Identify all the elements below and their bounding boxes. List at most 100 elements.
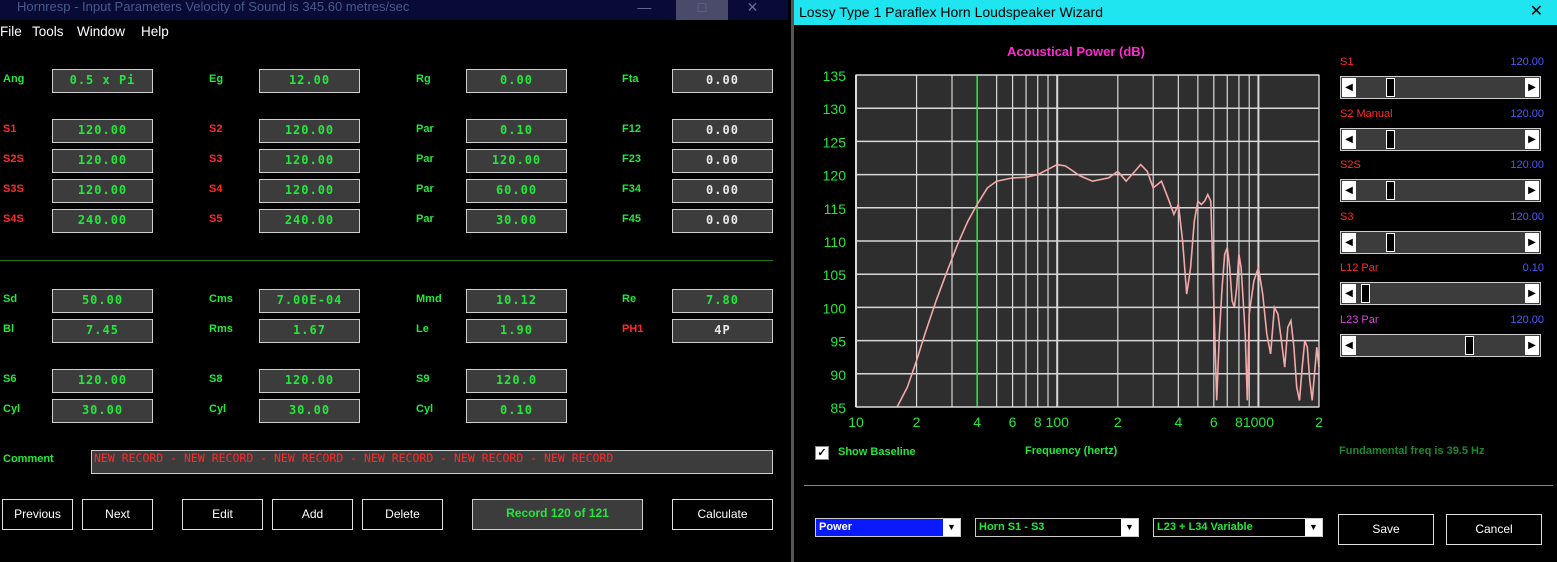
menu-help[interactable]: Help — [141, 20, 169, 44]
param-field-s5[interactable]: 240.00 — [259, 209, 360, 233]
arrow-left-icon[interactable]: ◀ — [1342, 129, 1356, 149]
y-tick-label: 100 — [823, 300, 847, 316]
param-field-cyl[interactable]: 0.10 — [466, 399, 567, 423]
slider-label: S3 — [1340, 210, 1354, 223]
chevron-down-icon: ▼ — [1121, 519, 1138, 536]
param-field-bl[interactable]: 7.45 — [52, 319, 153, 343]
slider-value: 120.00 — [1510, 107, 1544, 120]
param-field-s9[interactable]: 120.0 — [466, 369, 567, 393]
comment-field[interactable]: NEW RECORD - NEW RECORD - NEW RECORD - N… — [91, 450, 773, 474]
variable-dropdown[interactable]: L23 + L34 Variable ▼ — [1153, 518, 1323, 537]
param-field-f12[interactable]: 0.00 — [672, 119, 773, 143]
slider-track[interactable]: ◀ ▶ — [1340, 127, 1541, 151]
param-label-rms: Rms — [209, 323, 233, 335]
param-field-par[interactable]: 60.00 — [466, 179, 567, 203]
param-field-ph1[interactable]: 4P — [672, 319, 773, 343]
slider-track[interactable]: ◀ ▶ — [1340, 76, 1541, 99]
param-field-s3[interactable]: 120.00 — [259, 149, 360, 173]
menu-window[interactable]: Window — [77, 20, 125, 44]
param-field-re[interactable]: 7.80 — [672, 289, 773, 313]
calculate-button[interactable]: Calculate — [672, 499, 773, 530]
arrow-left-icon[interactable]: ◀ — [1342, 181, 1356, 200]
record-status: Record 120 of 121 — [472, 499, 643, 530]
slider-thumb[interactable] — [1385, 78, 1395, 97]
wizard-close-button[interactable]: ✕ — [1530, 2, 1543, 22]
slider-thumb[interactable] — [1385, 181, 1395, 200]
edit-button[interactable]: Edit — [182, 499, 263, 530]
param-field-eg[interactable]: 12.00 — [259, 69, 360, 93]
menu-file[interactable]: File — [0, 20, 22, 44]
slider-thumb[interactable] — [1361, 284, 1371, 303]
param-field-cyl[interactable]: 30.00 — [52, 399, 153, 423]
arrow-right-icon[interactable]: ▶ — [1525, 232, 1539, 252]
param-field-le[interactable]: 1.90 — [466, 319, 567, 343]
param-field-par[interactable]: 0.10 — [466, 119, 567, 143]
arrow-right-icon[interactable]: ▶ — [1525, 181, 1539, 200]
param-field-cms[interactable]: 7.00E-04 — [259, 289, 360, 313]
param-field-rms[interactable]: 1.67 — [259, 319, 360, 343]
slider-track[interactable]: ◀ ▶ — [1340, 282, 1541, 305]
param-label-s2: S2 — [209, 123, 223, 135]
arrow-left-icon[interactable]: ◀ — [1342, 78, 1356, 97]
param-field-s2[interactable]: 120.00 — [259, 119, 360, 143]
delete-button[interactable]: Delete — [362, 499, 443, 530]
arrow-right-icon[interactable]: ▶ — [1525, 284, 1539, 303]
add-button[interactable]: Add — [272, 499, 353, 530]
param-field-s2s[interactable]: 120.00 — [52, 149, 153, 173]
previous-button[interactable]: Previous — [2, 499, 73, 530]
x-tick-label: 8 — [1235, 414, 1243, 430]
param-field-mmd[interactable]: 10.12 — [466, 289, 567, 313]
arrow-right-icon[interactable]: ▶ — [1525, 129, 1539, 149]
cancel-button[interactable]: Cancel — [1446, 514, 1542, 545]
arrow-right-icon[interactable]: ▶ — [1525, 78, 1539, 97]
slider-thumb[interactable] — [1385, 129, 1395, 149]
param-field-s4[interactable]: 120.00 — [259, 179, 360, 203]
param-label-rg: Rg — [416, 73, 431, 85]
view-dropdown[interactable]: Power ▼ — [815, 518, 961, 537]
param-field-f45[interactable]: 0.00 — [672, 209, 773, 233]
param-field-s6[interactable]: 120.00 — [52, 369, 153, 393]
slider-track[interactable]: ◀ ▶ — [1340, 179, 1541, 202]
param-field-f34[interactable]: 0.00 — [672, 179, 773, 203]
y-tick-label: 115 — [824, 201, 847, 217]
minimize-button[interactable]: — — [622, 0, 667, 20]
param-field-s8[interactable]: 120.00 — [259, 369, 360, 393]
arrow-left-icon[interactable]: ◀ — [1342, 232, 1356, 252]
param-field-fta[interactable]: 0.00 — [672, 69, 773, 93]
save-button[interactable]: Save — [1338, 514, 1434, 545]
arrow-left-icon[interactable]: ◀ — [1342, 335, 1356, 355]
acoustical-power-chart: Acoustical Power (dB) 85 90 95 100 105 110 115… — [823, 44, 1323, 430]
maximize-button[interactable]: □ — [676, 0, 728, 20]
horn-dropdown[interactable]: Horn S1 - S3 ▼ — [975, 518, 1139, 537]
hornresp-input-window: Hornresp - Input Parameters Velocity of … — [0, 0, 788, 562]
param-field-s4s[interactable]: 240.00 — [52, 209, 153, 233]
slider-label: L12 Par — [1340, 262, 1379, 274]
param-field-par[interactable]: 30.00 — [466, 209, 567, 233]
slider-track[interactable]: ◀ ▶ — [1340, 333, 1541, 357]
y-tick-label: 95 — [830, 334, 846, 350]
param-field-ang[interactable]: 0.5 x Pi — [52, 69, 153, 93]
slider-thumb[interactable] — [1464, 335, 1474, 355]
x-tick-label: 2 — [1114, 414, 1122, 430]
next-button[interactable]: Next — [82, 499, 153, 530]
param-field-s3s[interactable]: 120.00 — [52, 179, 153, 203]
show-baseline-checkbox[interactable]: ✓ — [815, 446, 829, 460]
slider-track[interactable]: ◀ ▶ — [1340, 230, 1541, 254]
close-button[interactable]: ✕ — [730, 0, 775, 20]
wizard-title-bar[interactable]: Lossy Type 1 Paraflex Horn Loudspeaker W… — [794, 0, 1557, 25]
show-baseline-label[interactable]: Show Baseline — [838, 446, 916, 458]
param-field-s1[interactable]: 120.00 — [52, 119, 153, 143]
param-field-f23[interactable]: 0.00 — [672, 149, 773, 173]
param-field-sd[interactable]: 50.00 — [52, 289, 153, 313]
slider-value: 120.00 — [1510, 313, 1544, 326]
x-axis-label: Frequency (hertz) — [1025, 445, 1118, 457]
arrow-left-icon[interactable]: ◀ — [1342, 284, 1356, 303]
menu-tools[interactable]: Tools — [32, 20, 64, 44]
slider-thumb[interactable] — [1385, 232, 1395, 252]
param-field-cyl[interactable]: 30.00 — [259, 399, 360, 423]
param-field-par[interactable]: 120.00 — [466, 149, 567, 173]
param-field-rg[interactable]: 0.00 — [466, 69, 567, 93]
left-title-bar[interactable]: Hornresp - Input Parameters Velocity of … — [0, 0, 788, 20]
param-label-le: Le — [416, 323, 429, 335]
arrow-right-icon[interactable]: ▶ — [1525, 335, 1539, 355]
